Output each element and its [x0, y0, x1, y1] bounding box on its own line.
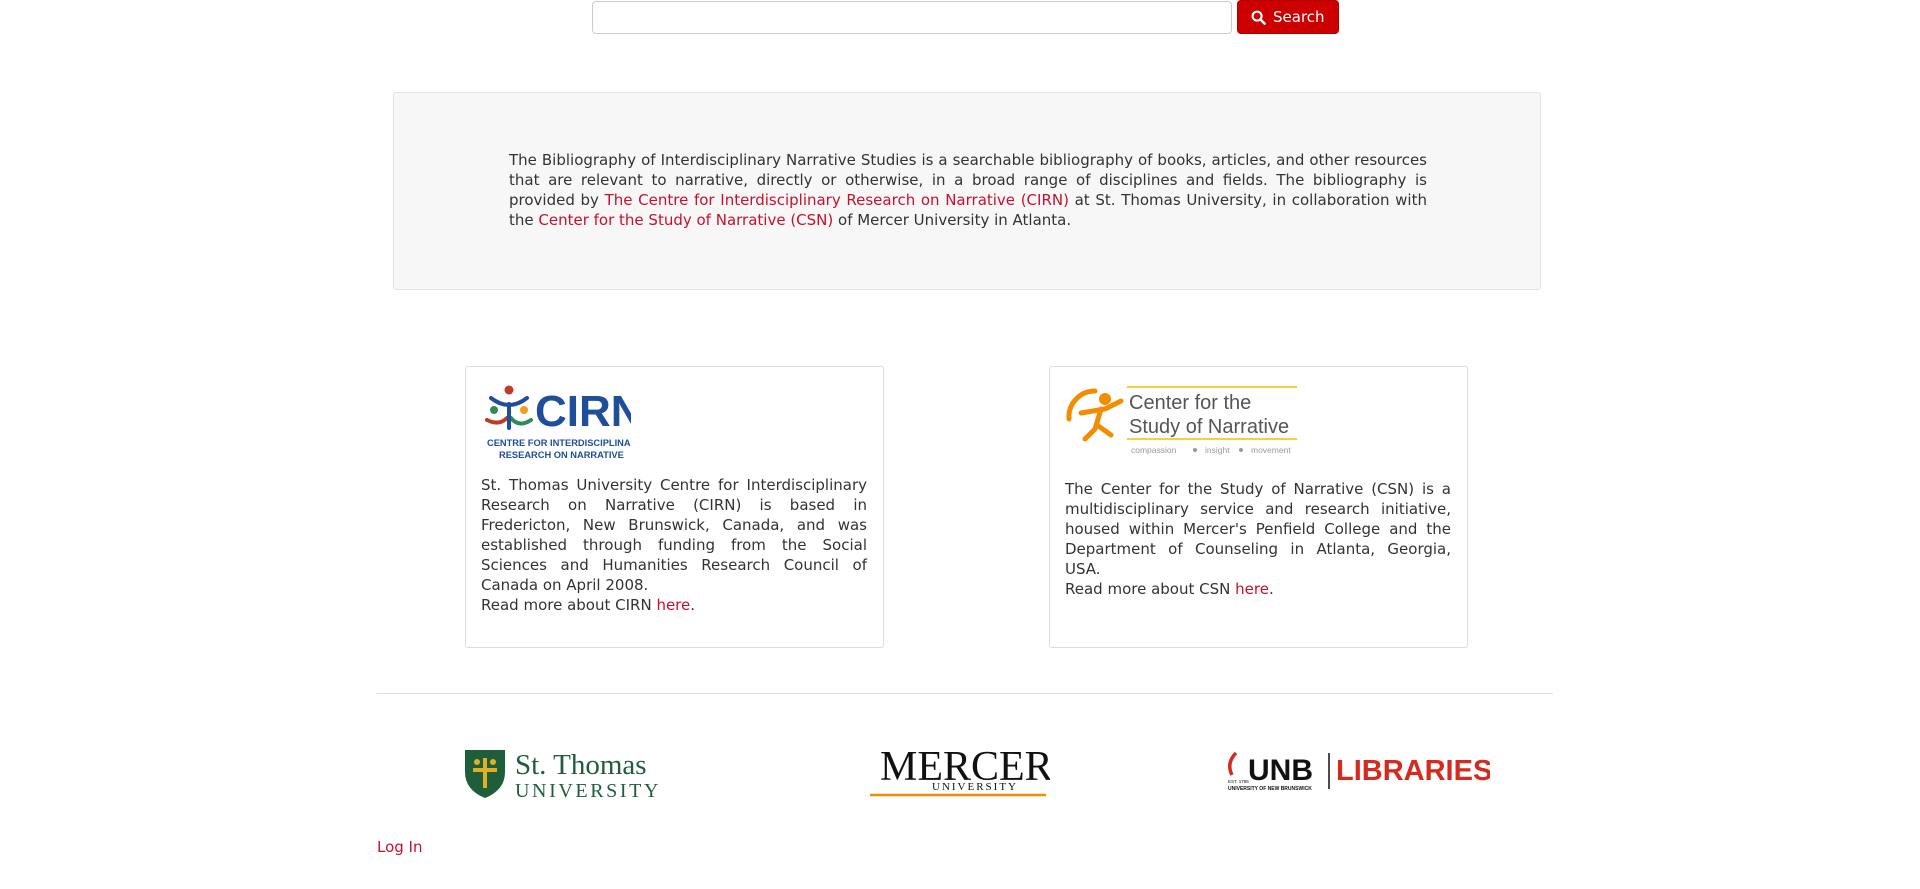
csn-read-more-suffix: .: [1268, 580, 1274, 598]
search-button[interactable]: Search: [1237, 0, 1339, 34]
cirn-read-more-link[interactable]: here: [656, 596, 690, 614]
search-input[interactable]: [592, 0, 1232, 34]
unb-est: EST. 1785: [1228, 779, 1249, 784]
cirn-logo-subtitle-1: CENTRE FOR INTERDISCIPLINARY: [487, 438, 631, 448]
unb-libraries-logo: EST. 1785 UNB UNIVERSITY OF NEW BRUNSWIC…: [1228, 751, 1490, 792]
csn-logo-tag-2: insight: [1205, 445, 1230, 455]
csn-logo-line-2: Study of Narrative: [1129, 416, 1289, 438]
csn-card: Center for the Study of Narrative compas…: [1049, 366, 1468, 648]
csn-read-more: Read more about CSN here.: [1065, 579, 1274, 599]
search-button-label: Search: [1273, 8, 1325, 26]
csn-link[interactable]: Center for the Study of Narrative (CSN): [538, 211, 833, 229]
csn-logo-tag-3: movement: [1251, 445, 1291, 455]
csn-read-more-text: Read more about CSN: [1065, 580, 1236, 598]
cirn-logo-title: CIRN: [535, 387, 631, 436]
search-icon: [1251, 10, 1266, 25]
stu-logo: St. Thomas UNIVERSITY: [465, 749, 661, 802]
stu-logo-line-2: UNIVERSITY: [515, 780, 661, 802]
intro-panel: The Bibliography of Interdisciplinary Na…: [393, 92, 1541, 290]
unb-libraries-text: LIBRARIES: [1336, 755, 1490, 787]
mercer-logo-link[interactable]: MERCER UNIVERSITY: [870, 746, 1050, 798]
mercer-logo: MERCER UNIVERSITY: [870, 746, 1050, 797]
stu-logo-line-1: St. Thomas: [515, 749, 647, 781]
cirn-card: CIRN CENTRE FOR INTERDISCIPLINARY RESEAR…: [465, 366, 884, 648]
cirn-description: St. Thomas University Centre for Interdi…: [481, 476, 867, 594]
login-link[interactable]: Log In: [377, 838, 423, 856]
intro-text-end: of Mercer University in Atlanta.: [833, 211, 1072, 229]
unb-subtitle: UNIVERSITY OF NEW BRUNSWICK: [1228, 786, 1312, 792]
csn-logo-line-1: Center for the: [1129, 392, 1251, 414]
csn-figure-icon: [1066, 388, 1124, 442]
cirn-link[interactable]: The Centre for Interdisciplinary Researc…: [605, 191, 1069, 209]
unb-name: UNB: [1248, 754, 1313, 787]
csn-read-more-link[interactable]: here: [1235, 580, 1269, 598]
search-bar: Search: [592, 0, 1339, 34]
cirn-figures-icon: [485, 385, 533, 430]
csn-logo-tag-1: compassion: [1131, 445, 1177, 455]
cirn-logo-subtitle-2: RESEARCH ON NARRATIVE: [499, 450, 624, 460]
csn-description: The Center for the Study of Narrative (C…: [1065, 480, 1451, 578]
unb-libraries-logo-link[interactable]: EST. 1785 UNB UNIVERSITY OF NEW BRUNSWIC…: [1226, 749, 1490, 793]
cirn-read-more-suffix: .: [690, 596, 696, 614]
unb-swoosh-icon: [1228, 751, 1238, 776]
stu-logo-link[interactable]: St. Thomas UNIVERSITY: [463, 746, 663, 802]
cirn-read-more-text: Read more about CIRN: [481, 596, 657, 614]
cirn-read-more: Read more about CIRN here.: [481, 595, 695, 615]
mercer-logo-line-2: UNIVERSITY: [932, 781, 1018, 793]
stu-crest-icon: [465, 750, 505, 798]
cirn-logo: CIRN CENTRE FOR INTERDISCIPLINARY RESEAR…: [485, 385, 631, 460]
intro-text: The Bibliography of Interdisciplinary Na…: [509, 150, 1427, 230]
footer-divider: [377, 693, 1553, 694]
csn-logo: Center for the Study of Narrative compas…: [1066, 386, 1297, 455]
